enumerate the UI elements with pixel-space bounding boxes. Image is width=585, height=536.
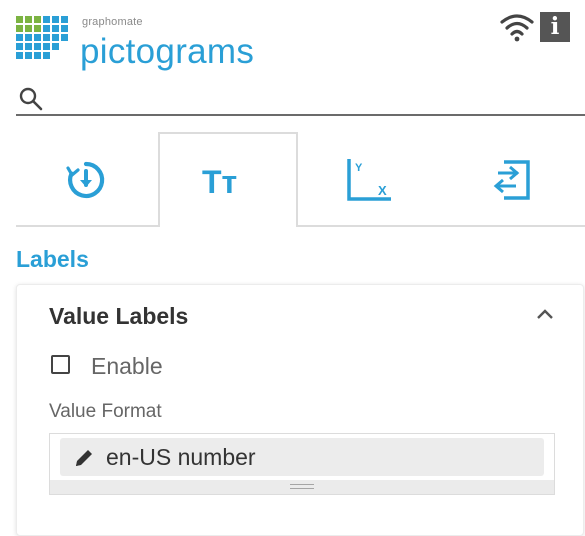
logo-pixel: [34, 25, 41, 32]
logo-pixel: [34, 52, 41, 59]
logo-pixel: [34, 34, 41, 41]
enable-label: Enable: [91, 353, 163, 379]
logo-pixel: [25, 52, 32, 59]
logo-pixel: [43, 25, 50, 32]
svg-text:Tт: Tт: [202, 164, 237, 198]
value-format-chip[interactable]: en-US number: [60, 438, 544, 476]
logo-pixel: [61, 25, 68, 32]
logo-pixel: [25, 43, 32, 50]
logo-pixel: [16, 25, 23, 32]
brand-company: graphomate: [82, 16, 143, 28]
import-icon: [493, 159, 530, 200]
brand-product: pictograms: [80, 32, 255, 71]
grip-icon: [290, 484, 314, 490]
chevron-up-icon[interactable]: [535, 307, 555, 321]
download-history-icon: [66, 161, 105, 198]
app-logo: graphomate pictograms: [16, 12, 316, 74]
value-labels-panel: Value Labels Enable Value Format en-US n…: [16, 284, 584, 536]
logo-pixel: [52, 43, 59, 50]
resize-handle[interactable]: [50, 480, 554, 494]
logo-pixel: [61, 16, 68, 23]
panel-title: Value Labels: [49, 303, 189, 329]
logo-pixel: [34, 16, 41, 23]
logo-pixel: [43, 52, 50, 59]
tab-labels[interactable]: Tт: [158, 132, 298, 227]
value-format-label: Value Format: [49, 401, 162, 422]
logo-pixel: [16, 52, 23, 59]
logo-pixel: [16, 16, 23, 23]
logo-pixel: [16, 43, 23, 50]
tab-data[interactable]: [16, 132, 156, 227]
axis-icon: Y X: [347, 158, 391, 201]
tab-layout[interactable]: [442, 132, 582, 227]
checkbox-box[interactable]: [51, 355, 70, 374]
logo-pixel: [25, 34, 32, 41]
logo-pixel: [34, 43, 41, 50]
logo-pixel: [52, 16, 59, 23]
wifi-icon[interactable]: [500, 12, 534, 42]
property-tabs: Tт Y X: [16, 132, 585, 227]
search-icon: [19, 87, 43, 111]
info-icon[interactable]: i: [540, 12, 570, 42]
text-size-icon: Tт: [202, 164, 237, 198]
logo-pixel: [25, 25, 32, 32]
logo-pixel: [25, 16, 32, 23]
svg-text:X: X: [378, 183, 387, 198]
logo-pixel: [16, 34, 23, 41]
logo-pixel: [61, 34, 68, 41]
logo-pixel: [43, 34, 50, 41]
logo-pixel: [43, 16, 50, 23]
section-title: Labels: [16, 246, 89, 272]
logo-pixel: [43, 43, 50, 50]
tab-axes[interactable]: Y X: [300, 132, 440, 227]
svg-text:Y: Y: [355, 162, 363, 174]
logo-pixel: [52, 25, 59, 32]
search-input[interactable]: [50, 82, 574, 114]
value-format-field: en-US number: [49, 433, 555, 495]
value-format-value: en-US number: [106, 444, 256, 470]
logo-pixel: [52, 34, 59, 41]
pencil-icon: [76, 450, 92, 466]
search-bar: [16, 82, 585, 116]
